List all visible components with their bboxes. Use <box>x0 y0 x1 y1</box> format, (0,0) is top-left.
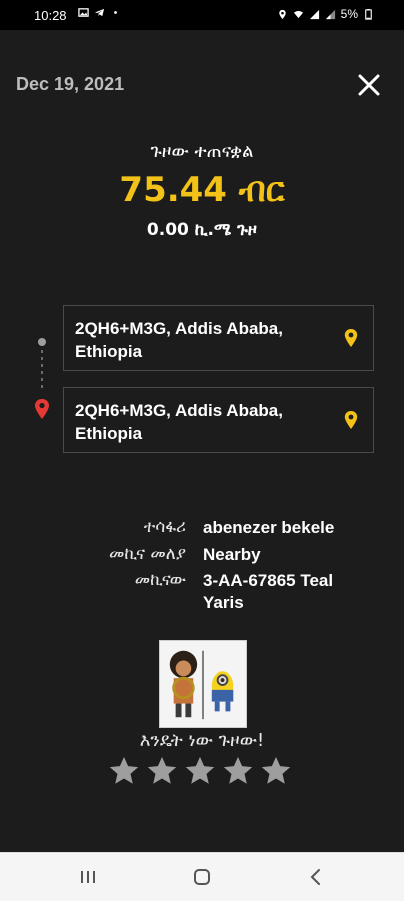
vehicle-label: መኪናው <box>134 570 186 590</box>
vehicle-value: 3-AA-67865 Teal Yaris <box>203 571 334 612</box>
battery-percent: 5% <box>340 7 358 21</box>
pickup-dot-icon <box>38 338 46 346</box>
vehicle-row: መኪናው 3-AA-67865 Teal Yaris <box>0 570 404 612</box>
close-icon[interactable] <box>356 72 382 98</box>
trip-fare: 75.44 ብር <box>119 170 285 210</box>
star-icon-2[interactable] <box>145 754 179 788</box>
status-time: 10:28 <box>34 8 67 23</box>
dropoff-pin-icon <box>35 399 49 419</box>
dropoff-location-field[interactable]: 2QH6+M3G, Addis Ababa, Ethiopia <box>63 387 374 453</box>
location-pin-icon <box>344 329 358 347</box>
passenger-row: ተሳፋሪ abenezer bekele <box>0 517 404 541</box>
passenger-name: abenezer bekele <box>203 518 335 537</box>
star-icon-1[interactable] <box>107 754 141 788</box>
star-icon-3[interactable] <box>183 754 217 788</box>
pickup-location-field[interactable]: 2QH6+M3G, Addis Ababa, Ethiopia <box>63 305 374 371</box>
route-dotted-line <box>41 350 43 390</box>
rating-prompt: እንዴት ነው ጉዞው! <box>139 730 265 751</box>
vehicle-type-label: መኪና መለያ <box>108 544 186 564</box>
system-icons: 5% <box>277 7 374 21</box>
telegram-icon <box>94 8 105 17</box>
back-icon[interactable] <box>304 865 328 889</box>
star-icon-4[interactable] <box>221 754 255 788</box>
trip-date: Dec 19, 2021 <box>16 74 125 94</box>
battery-icon <box>365 8 372 20</box>
signal-icon <box>325 9 335 19</box>
dot-icon <box>114 11 117 14</box>
location-pin-icon <box>344 411 358 429</box>
vehicle-type-value: Nearby <box>203 545 261 564</box>
recent-apps-icon[interactable] <box>76 865 100 889</box>
trip-distance: 0.00 ኪ.ሜ ጉዞ <box>146 220 258 240</box>
rating-stars <box>107 754 293 788</box>
trip-status-title: ጉዞው ተጠናቋል <box>150 141 254 162</box>
pickup-address: 2QH6+M3G, Addis Ababa, Ethiopia <box>75 319 283 361</box>
location-icon <box>278 9 286 19</box>
status-bar: 10:28 5% <box>0 0 404 30</box>
vehicle-type-row: መኪና መለያ Nearby <box>0 544 404 568</box>
passenger-label: ተሳፋሪ <box>143 517 186 537</box>
notification-icons <box>78 7 121 18</box>
home-icon[interactable] <box>190 865 214 889</box>
passenger-avatar <box>159 640 247 728</box>
dropoff-address: 2QH6+M3G, Addis Ababa, Ethiopia <box>75 401 283 443</box>
star-icon-5[interactable] <box>259 754 293 788</box>
wifi-icon <box>293 10 303 18</box>
signal-icon <box>309 9 319 19</box>
gallery-icon <box>78 8 89 17</box>
system-nav-bar <box>0 852 404 901</box>
